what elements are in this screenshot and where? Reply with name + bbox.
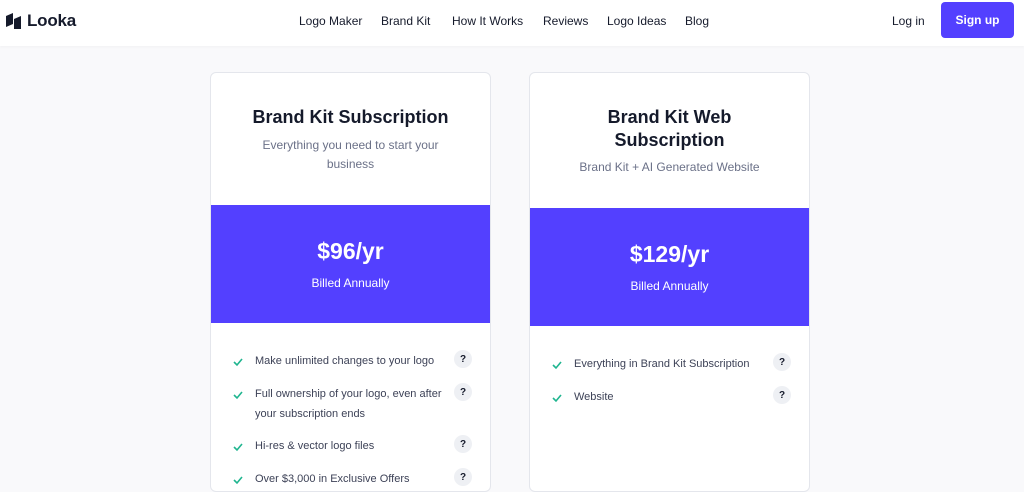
plan-card-brand-kit: Brand Kit Subscription Everything you ne… bbox=[210, 72, 491, 492]
plan-subtitle: Brand Kit + AI Generated Website bbox=[579, 160, 760, 174]
price-band: $129/yr Billed Annually bbox=[530, 208, 809, 326]
check-icon bbox=[233, 391, 243, 400]
check-icon bbox=[552, 361, 562, 370]
check-icon bbox=[233, 443, 243, 452]
top-navigation-bar: Looka Logo Maker Brand Kit How It Works … bbox=[0, 0, 1024, 46]
feature-text: Everything in Brand Kit Subscription bbox=[574, 358, 750, 370]
feature-text: Over $3,000 in Exclusive Offers bbox=[255, 473, 410, 485]
feature-item: Full ownership of your logo, even after … bbox=[233, 388, 472, 424]
question-mark-icon[interactable]: ? bbox=[454, 435, 472, 453]
feature-text: Website bbox=[574, 391, 614, 403]
question-mark-icon[interactable]: ? bbox=[773, 386, 791, 404]
question-mark-icon[interactable]: ? bbox=[773, 353, 791, 371]
nav-how-it-works[interactable]: How It Works bbox=[452, 14, 523, 28]
nav-reviews[interactable]: Reviews bbox=[543, 14, 588, 28]
question-mark-icon[interactable]: ? bbox=[454, 468, 472, 486]
billing-period: Billed Annually bbox=[311, 276, 390, 290]
plan-card-brand-kit-web: Brand Kit Web Subscription Brand Kit + A… bbox=[529, 72, 810, 492]
feature-text: Make unlimited changes to your logo bbox=[255, 355, 435, 367]
login-link[interactable]: Log in bbox=[892, 14, 925, 28]
feature-item: Everything in Brand Kit Subscription bbox=[552, 358, 791, 374]
plan-title-line-2: Subscription bbox=[614, 130, 725, 150]
plan-subtitle-line-2: business bbox=[326, 157, 375, 171]
feature-item: Over $3,000 in Exclusive Offers bbox=[233, 473, 472, 489]
question-mark-icon[interactable]: ? bbox=[454, 383, 472, 401]
nav-blog[interactable]: Blog bbox=[685, 14, 709, 28]
feature-text: Full ownership of your logo, even after … bbox=[255, 384, 447, 424]
feature-text-line-1: Full ownership of your logo, even after bbox=[255, 388, 442, 400]
feature-text-line-2: your subscription ends bbox=[255, 408, 366, 420]
nav-logo-maker[interactable]: Logo Maker bbox=[299, 14, 362, 28]
nav-logo-ideas[interactable]: Logo Ideas bbox=[607, 14, 666, 28]
price-band: $96/yr Billed Annually bbox=[211, 205, 490, 323]
plan-title-line-1: Brand Kit Web bbox=[607, 107, 732, 127]
nav-brand-kit[interactable]: Brand Kit bbox=[381, 14, 430, 28]
signup-button[interactable]: Sign up bbox=[941, 2, 1014, 38]
feature-item: Make unlimited changes to your logo bbox=[233, 355, 472, 371]
feature-item: Website bbox=[552, 391, 791, 407]
question-mark-icon[interactable]: ? bbox=[454, 350, 472, 368]
looka-logo-icon bbox=[6, 13, 21, 29]
check-icon bbox=[552, 394, 562, 403]
billing-period: Billed Annually bbox=[630, 279, 709, 293]
feature-item: Hi-res & vector logo files bbox=[233, 440, 472, 456]
plan-price: $129/yr bbox=[629, 241, 710, 267]
feature-text: Hi-res & vector logo files bbox=[255, 440, 375, 452]
check-icon bbox=[233, 358, 243, 367]
plan-subtitle-line-1: Everything you need to start your bbox=[262, 138, 439, 152]
plan-price: $96/yr bbox=[317, 238, 384, 264]
looka-logo[interactable]: Looka bbox=[5, 11, 76, 31]
plan-title: Brand Kit Subscription bbox=[252, 107, 449, 127]
brand-name: Looka bbox=[27, 11, 77, 30]
